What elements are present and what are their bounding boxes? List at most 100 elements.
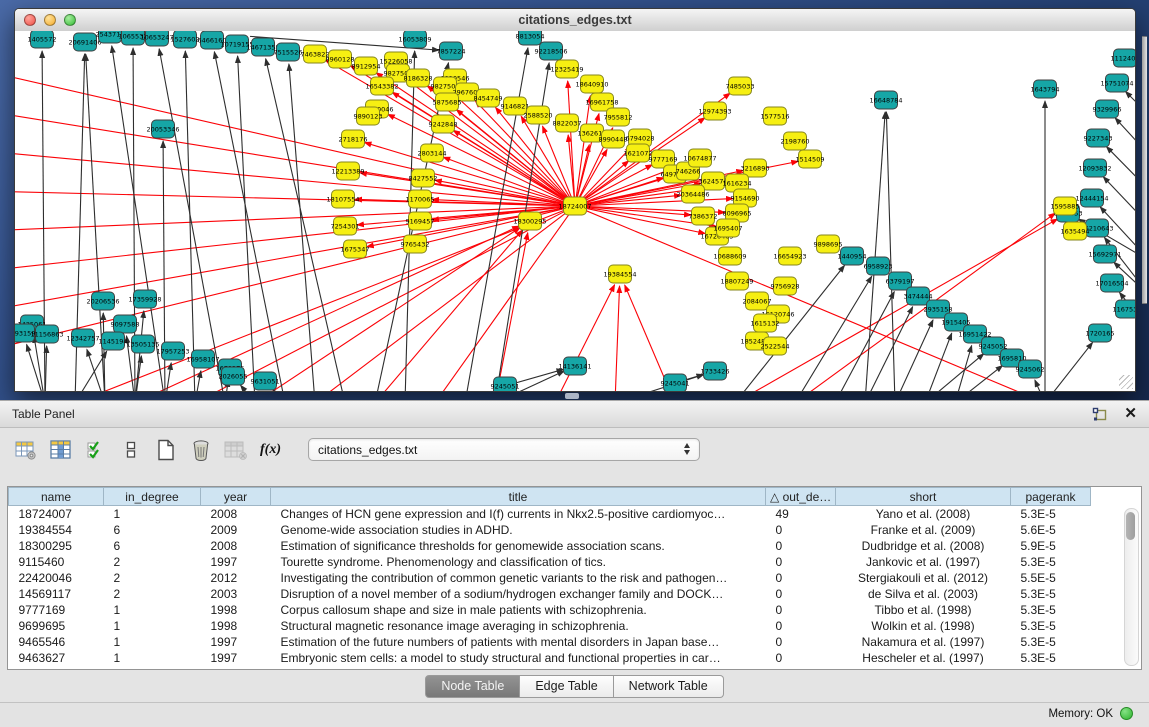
- graph-node[interactable]: 7857224: [437, 42, 466, 60]
- graph-node[interactable]: 12213389: [331, 162, 364, 180]
- graph-node[interactable]: 1440954: [838, 247, 867, 265]
- graph-node[interactable]: 20053346: [146, 120, 179, 138]
- graph-node[interactable]: 1405572: [28, 31, 57, 48]
- graph-node[interactable]: 9898695: [814, 235, 843, 253]
- graph-node[interactable]: 16648784: [869, 91, 902, 109]
- minimize-window-button[interactable]: [44, 14, 56, 26]
- graph-node[interactable]: 16543382: [365, 77, 398, 95]
- column-header-name[interactable]: name: [9, 488, 104, 506]
- graph-node[interactable]: 20364486: [676, 185, 709, 203]
- graph-node[interactable]: 17016504: [1095, 274, 1128, 292]
- network-canvas[interactable]: 1405572206914062543712106553210653247152…: [15, 31, 1135, 391]
- graph-node[interactable]: 2026055: [219, 367, 248, 385]
- graph-node[interactable]: 1595885: [1051, 197, 1080, 215]
- graph-node[interactable]: 15692971: [1088, 245, 1121, 263]
- graph-node[interactable]: 7386372: [689, 207, 718, 225]
- graph-node[interactable]: 12974393: [698, 102, 731, 120]
- graph-node[interactable]: 18107554: [326, 190, 359, 208]
- graph-node[interactable]: 9245041: [661, 374, 690, 391]
- table-mode-button[interactable]: [12, 437, 39, 462]
- graph-node[interactable]: 18300295: [513, 212, 546, 230]
- graph-node[interactable]: 8186328: [404, 69, 433, 87]
- graph-node[interactable]: 7955812: [604, 108, 633, 126]
- graph-node[interactable]: 9097588: [111, 315, 140, 333]
- table-row[interactable]: 911546021997Tourette syndrome. Phenomeno…: [9, 554, 1091, 570]
- graph-node[interactable]: 1112404: [1111, 49, 1135, 67]
- graph-node[interactable]: 92218506: [534, 42, 567, 60]
- network-window-titlebar[interactable]: citations_edges.txt: [15, 9, 1135, 32]
- tab-network-table[interactable]: Network Table: [614, 675, 724, 698]
- graph-node[interactable]: 1635494: [1061, 222, 1090, 240]
- close-window-button[interactable]: [24, 14, 36, 26]
- graph-node[interactable]: 1145194: [99, 332, 128, 350]
- graph-node[interactable]: 9756928: [771, 277, 800, 295]
- table-row[interactable]: 2242004622012Investigating the contribut…: [9, 570, 1091, 586]
- graph-node[interactable]: 10674877: [683, 149, 716, 167]
- graph-node[interactable]: 1733426: [701, 362, 730, 380]
- delete-column-button[interactable]: [187, 437, 214, 462]
- table-row[interactable]: 1830029562008Estimation of significance …: [9, 538, 1091, 554]
- graph-node[interactable]: 14136141: [558, 357, 591, 375]
- graph-node[interactable]: 8990448: [599, 130, 628, 148]
- table-scrollbar-thumb[interactable]: [1126, 512, 1135, 540]
- graph-node[interactable]: 7485033: [726, 77, 755, 95]
- table-row[interactable]: 946554611997Estimation of the future num…: [9, 634, 1091, 650]
- close-panel-button[interactable]: ✕: [1124, 407, 1137, 421]
- column-checklist-button[interactable]: [82, 437, 109, 462]
- graph-node[interactable]: 5875685: [433, 93, 462, 111]
- row-height-button[interactable]: [117, 437, 144, 462]
- graph-node[interactable]: 18640910: [575, 75, 608, 93]
- panel-splitter-handle[interactable]: [565, 393, 579, 399]
- graph-node[interactable]: 1170065: [406, 190, 435, 208]
- graph-node[interactable]: 2718176: [339, 130, 368, 148]
- resize-grip[interactable]: [1119, 375, 1133, 389]
- table-row[interactable]: 969969511998Structural magnetic resonanc…: [9, 618, 1091, 634]
- graph-node[interactable]: 9890123: [354, 107, 383, 125]
- graph-node[interactable]: 12325419: [550, 60, 583, 78]
- tab-node-table[interactable]: Node Table: [425, 675, 520, 698]
- graph-node[interactable]: 9242848: [429, 115, 458, 133]
- graph-node[interactable]: 17359928: [128, 290, 161, 308]
- import-table-button[interactable]: [222, 437, 249, 462]
- graph-node[interactable]: 20206536: [86, 292, 119, 310]
- graph-node[interactable]: 9631051: [251, 372, 280, 390]
- graph-node[interactable]: 17957253: [156, 342, 189, 360]
- graph-node[interactable]: 9245062: [1016, 360, 1045, 378]
- graph-node[interactable]: 1615132: [751, 314, 780, 332]
- graph-node[interactable]: 1643794: [1031, 80, 1060, 98]
- graph-node[interactable]: 2588520: [524, 106, 553, 124]
- graph-node[interactable]: 9329966: [1093, 100, 1122, 118]
- graph-node[interactable]: 1720165: [1086, 324, 1115, 342]
- graph-node[interactable]: 16053809: [398, 31, 431, 48]
- graph-node[interactable]: 9765432: [401, 235, 430, 253]
- table-row[interactable]: 977716911998Corpus callosum shape and si…: [9, 602, 1091, 618]
- show-columns-button[interactable]: [47, 437, 74, 462]
- graph-node[interactable]: 8454749: [474, 89, 503, 107]
- column-header-out_de[interactable]: △ out_de…: [766, 488, 836, 506]
- graph-node[interactable]: 12342757: [66, 329, 99, 347]
- column-header-pagerank[interactable]: pagerank: [1011, 488, 1091, 506]
- graph-node[interactable]: 9245051: [491, 377, 520, 391]
- graph-node[interactable]: 1675347: [341, 240, 370, 258]
- graph-node[interactable]: 1695407: [714, 219, 743, 237]
- graph-node[interactable]: 7515526: [274, 43, 303, 61]
- graph-node[interactable]: 7254301: [331, 217, 360, 235]
- graph-node[interactable]: 8912954: [352, 57, 381, 75]
- function-builder-button[interactable]: f(x): [257, 437, 284, 462]
- graph-node[interactable]: 2803144: [418, 144, 447, 162]
- table-scrollbar[interactable]: [1124, 508, 1139, 666]
- graph-node[interactable]: 11156863: [30, 325, 63, 343]
- graph-node[interactable]: 12444154: [1075, 189, 1108, 207]
- graph-node[interactable]: 15751074: [1100, 74, 1133, 92]
- graph-node[interactable]: 1167539: [1113, 300, 1135, 318]
- table-row[interactable]: 1938455462009Genome-wide association stu…: [9, 522, 1091, 538]
- column-header-in_degree[interactable]: in_degree: [104, 488, 201, 506]
- graph-node[interactable]: 1514509: [796, 150, 825, 168]
- column-header-short[interactable]: short: [836, 488, 1011, 506]
- graph-node[interactable]: 9169457: [406, 212, 435, 230]
- graph-node[interactable]: 18724007: [558, 197, 591, 215]
- graph-node[interactable]: 18807249: [720, 272, 753, 290]
- graph-node[interactable]: 8813054: [516, 31, 545, 45]
- column-header-year[interactable]: year: [201, 488, 271, 506]
- table-row[interactable]: 946362711997Embryonic stem cells: a mode…: [9, 650, 1091, 666]
